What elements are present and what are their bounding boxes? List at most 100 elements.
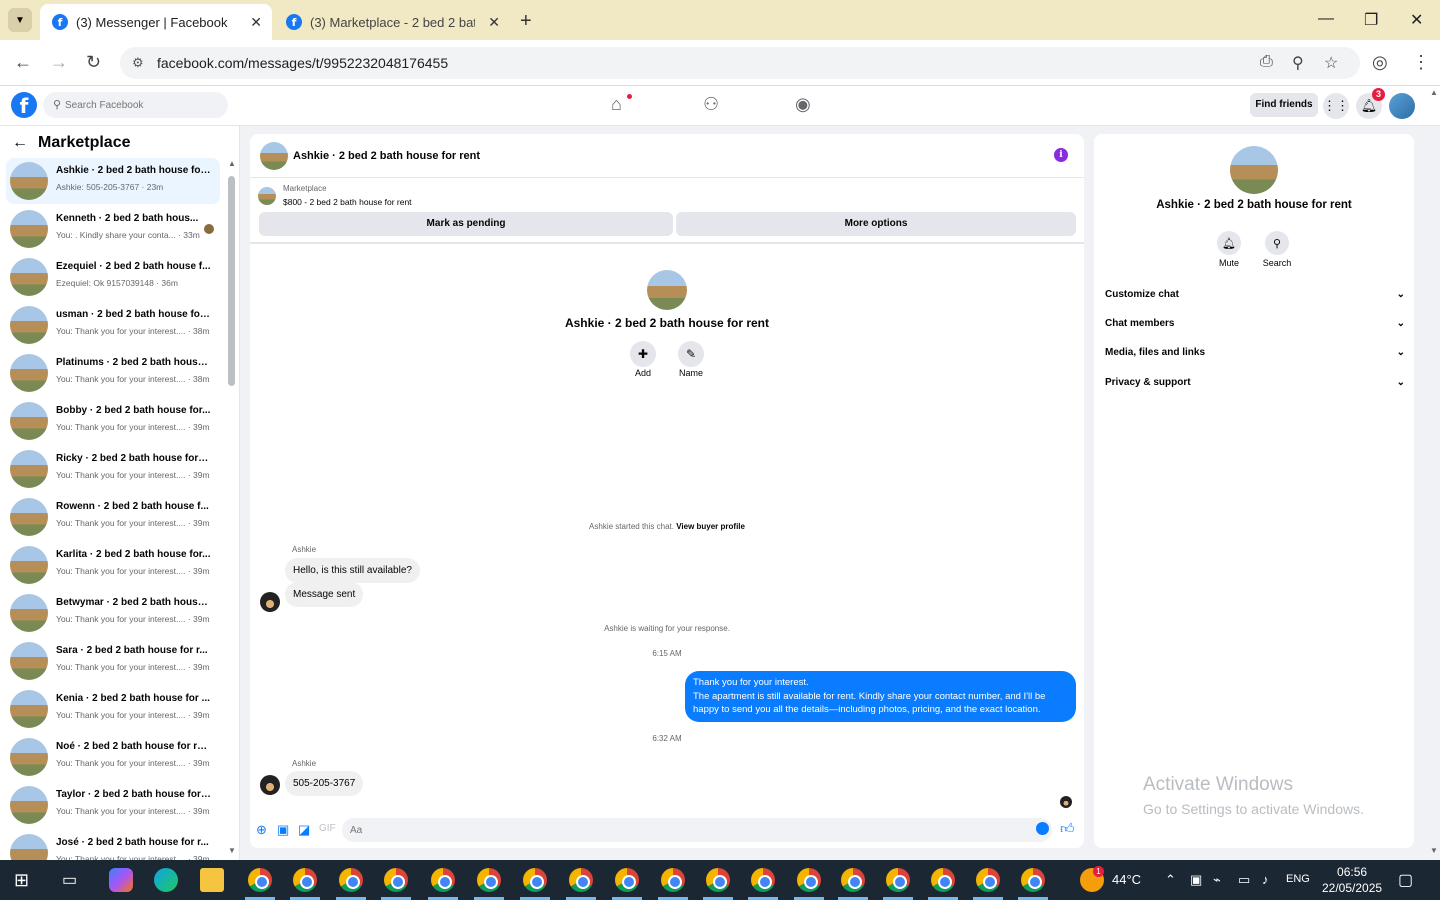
conversation-item[interactable]: Karlita · 2 bed 2 bath house for... You: …	[6, 542, 220, 588]
back-icon[interactable]: ←	[14, 52, 32, 73]
sender-avatar[interactable]	[260, 592, 280, 612]
menu-grid-icon[interactable]: ⋮⋮	[1323, 93, 1349, 119]
minimize-icon[interactable]: —	[1318, 10, 1334, 28]
scroll-up-icon[interactable]: ▲	[1430, 88, 1438, 97]
privacy-support-section[interactable]: Privacy & support ⌄	[1105, 377, 1405, 397]
conversation-item[interactable]: José · 2 bed 2 bath house for r... You: T…	[6, 830, 220, 860]
edge-icon[interactable]	[154, 868, 178, 892]
emoji-icon[interactable]	[1036, 822, 1049, 835]
zoom-icon[interactable]: ⚲	[1292, 53, 1304, 73]
groups-icon[interactable]: ◉	[795, 94, 811, 115]
plus-circle-icon[interactable]: ⊕	[256, 822, 267, 838]
conversation-item[interactable]: Sara · 2 bed 2 bath house for r... You: T…	[6, 638, 220, 684]
notification-center-icon[interactable]: ▢	[1398, 870, 1413, 890]
chrome-taskbar-icon[interactable]	[1021, 868, 1045, 892]
tab-messenger[interactable]: f (3) Messenger | Facebook ✕	[40, 4, 272, 40]
pencil-icon[interactable]: ✎	[678, 341, 704, 367]
conversation-item[interactable]: Kenia · 2 bed 2 bath house for ... You: T…	[6, 686, 220, 732]
incoming-message[interactable]: 505-205-3767	[285, 771, 364, 796]
tab-marketplace[interactable]: f (3) Marketplace - 2 bed 2 bath ✕	[274, 4, 510, 40]
chrome-taskbar-icon[interactable]	[841, 868, 865, 892]
incoming-message[interactable]: Hello, is this still available?	[285, 558, 420, 583]
profile-icon[interactable]: ◎	[1372, 52, 1388, 73]
chrome-taskbar-icon[interactable]	[339, 868, 363, 892]
chat-members-section[interactable]: Chat members ⌄	[1105, 318, 1405, 338]
task-view-icon[interactable]: ▭	[62, 870, 77, 890]
close-window-icon[interactable]: ✕	[1410, 10, 1423, 30]
chrome-taskbar-icon[interactable]	[797, 868, 821, 892]
outgoing-message[interactable]: Thank you for your interest. The apartme…	[685, 671, 1076, 722]
sticker-icon[interactable]: ◪	[298, 822, 310, 838]
scroll-down-icon[interactable]: ▼	[228, 846, 236, 855]
chrome-taskbar-icon[interactable]	[569, 868, 593, 892]
friends-icon[interactable]: ⚇	[703, 94, 719, 115]
incoming-message[interactable]: Message sent	[285, 582, 364, 607]
chat-avatar[interactable]	[260, 142, 288, 170]
find-friends-button[interactable]: Find friends	[1250, 93, 1318, 117]
language-indicator[interactable]: ENG	[1286, 873, 1310, 885]
chevron-up-icon[interactable]: ⌃	[1165, 872, 1176, 888]
conversation-item[interactable]: Ricky · 2 bed 2 bath house for r... You: …	[6, 446, 220, 492]
chat-title[interactable]: Ashkie · 2 bed 2 bath house for rent	[293, 150, 480, 162]
search-icon[interactable]: ⚲	[1265, 231, 1289, 255]
site-info-icon[interactable]: ⚙	[132, 55, 144, 71]
forward-icon[interactable]: →	[50, 52, 68, 73]
bookmark-star-icon[interactable]: ☆	[1324, 53, 1338, 73]
page-scrollbar[interactable]: ▲ ▼	[1428, 86, 1440, 860]
account-avatar[interactable]	[1389, 93, 1415, 119]
chrome-taskbar-icon[interactable]	[293, 868, 317, 892]
mark-as-pending-button[interactable]: Mark as pending	[259, 212, 673, 236]
browser-menu-icon[interactable]: ⋮	[1412, 52, 1430, 73]
chrome-taskbar-icon[interactable]	[661, 868, 685, 892]
chrome-taskbar-icon[interactable]	[615, 868, 639, 892]
thumbs-up-icon[interactable]: 👍︎	[1060, 820, 1075, 837]
close-tab-icon[interactable]: ✕	[250, 14, 262, 31]
conversation-item[interactable]: Bobby · 2 bed 2 bath house for... You: Th…	[6, 398, 220, 444]
more-options-button[interactable]: More options	[676, 212, 1076, 236]
file-explorer-icon[interactable]	[200, 868, 224, 892]
clock[interactable]: 06:56 22/05/2025	[1322, 864, 1382, 896]
scroll-down-icon[interactable]: ▼	[1430, 846, 1438, 855]
chrome-taskbar-icon[interactable]	[931, 868, 955, 892]
photo-icon[interactable]: ▣	[277, 822, 289, 838]
reload-icon[interactable]: ↻	[86, 52, 101, 73]
chrome-taskbar-icon[interactable]	[523, 868, 547, 892]
info-icon[interactable]: i	[1054, 148, 1068, 162]
restore-icon[interactable]: ❐	[1364, 10, 1378, 30]
conversation-item[interactable]: Rowenn · 2 bed 2 bath house f... You: Tha…	[6, 494, 220, 540]
close-tab-icon[interactable]: ✕	[488, 14, 500, 31]
chrome-taskbar-icon[interactable]	[431, 868, 455, 892]
add-person-icon[interactable]: ✚	[630, 341, 656, 367]
conversation-item[interactable]: Taylor · 2 bed 2 bath house for ... You: …	[6, 782, 220, 828]
conversation-item[interactable]: Betwymar · 2 bed 2 bath house... You: Tha…	[6, 590, 220, 636]
new-tab-button[interactable]: +	[520, 10, 532, 33]
scrollbar[interactable]: ▲ ▼	[228, 159, 236, 856]
chrome-taskbar-icon[interactable]	[477, 868, 501, 892]
chrome-taskbar-icon[interactable]	[886, 868, 910, 892]
chrome-taskbar-icon[interactable]	[706, 868, 730, 892]
conversation-item[interactable]: Noé · 2 bed 2 bath house for re... You: T…	[6, 734, 220, 780]
meet-now-icon[interactable]: ▣	[1190, 872, 1202, 888]
scroll-up-icon[interactable]: ▲	[228, 159, 236, 168]
tab-search-menu-button[interactable]: ▼	[8, 8, 32, 32]
url-text[interactable]: facebook.com/messages/t/9952232048176455	[157, 55, 448, 71]
volume-icon[interactable]: ♪	[1262, 872, 1269, 887]
conversation-item[interactable]: usman · 2 bed 2 bath house for... You: Th…	[6, 302, 220, 348]
home-icon[interactable]: ⌂	[611, 94, 622, 115]
windows-start-icon[interactable]: ⊞	[14, 870, 29, 891]
facebook-logo-icon[interactable]: f	[11, 92, 37, 118]
back-arrow-icon[interactable]: ←	[12, 134, 28, 152]
message-input[interactable]	[342, 818, 1052, 842]
gif-icon[interactable]: GIF	[319, 823, 336, 834]
chrome-taskbar-icon[interactable]	[248, 868, 272, 892]
copilot-icon[interactable]	[109, 868, 133, 892]
conversation-item[interactable]: Kenneth · 2 bed 2 bath hous... You: . Kin…	[6, 206, 220, 252]
view-buyer-profile-link[interactable]: View buyer profile	[676, 522, 745, 531]
facebook-search[interactable]: ⚲	[43, 92, 228, 118]
chrome-taskbar-icon[interactable]	[384, 868, 408, 892]
sender-avatar[interactable]	[260, 775, 280, 795]
facebook-search-input[interactable]	[65, 96, 215, 114]
wifi-icon[interactable]: ⌁	[1213, 872, 1221, 888]
customize-chat-section[interactable]: Customize chat ⌄	[1105, 289, 1405, 309]
weather-temp[interactable]: 44°C	[1112, 872, 1141, 887]
